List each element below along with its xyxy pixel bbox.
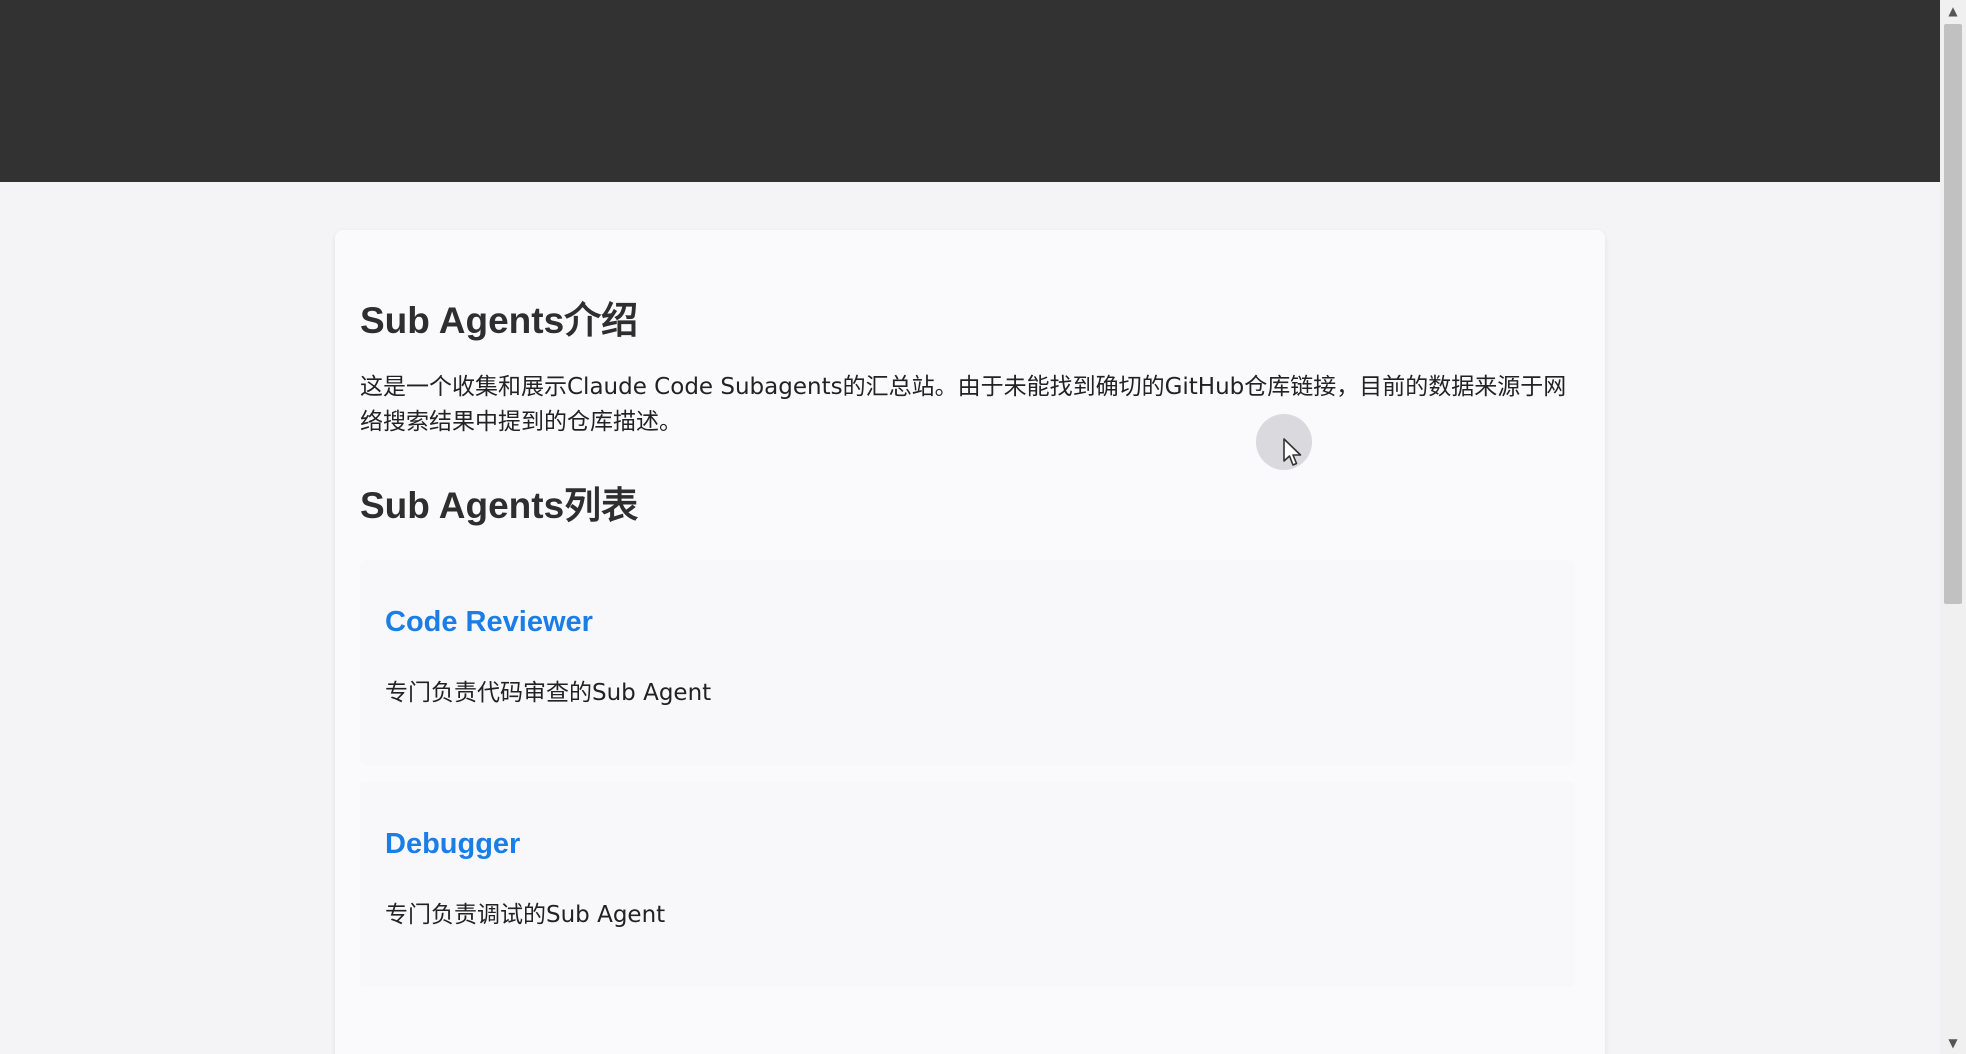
agent-card-code-reviewer: Code Reviewer 专门负责代码审查的Sub Agent — [360, 560, 1575, 765]
scroll-up-icon[interactable]: ▲ — [1940, 0, 1966, 22]
content-card: Sub Agents介绍 这是一个收集和展示Claude Code Subage… — [335, 230, 1605, 1054]
scroll-down-icon[interactable]: ▼ — [1940, 1032, 1966, 1054]
intro-heading: Sub Agents介绍 — [360, 300, 639, 341]
page-viewport: Sub Agents介绍 这是一个收集和展示Claude Code Subage… — [0, 0, 1940, 1054]
mouse-pointer-icon — [1283, 438, 1302, 466]
scrollbar-thumb[interactable] — [1944, 24, 1962, 604]
intro-paragraph: 这是一个收集和展示Claude Code Subagents的汇总站。由于未能找… — [360, 374, 1567, 435]
vertical-scrollbar[interactable]: ▲ ▼ — [1940, 0, 1966, 1054]
list-heading: Sub Agents列表 — [360, 485, 639, 526]
agent-description: 专门负责调试的Sub Agent — [385, 902, 666, 928]
agent-description: 专门负责代码审查的Sub Agent — [385, 680, 712, 706]
agent-card-debugger: Debugger 专门负责调试的Sub Agent — [360, 782, 1575, 987]
agent-link-code-reviewer[interactable]: Code Reviewer — [385, 606, 593, 639]
top-banner — [0, 0, 1940, 182]
agent-link-debugger[interactable]: Debugger — [385, 828, 520, 861]
